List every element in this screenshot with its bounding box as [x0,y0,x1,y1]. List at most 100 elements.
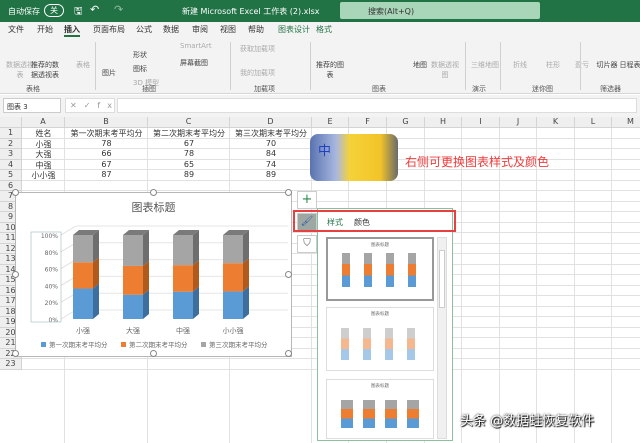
column-header-F[interactable]: F [349,117,387,128]
y-tick-label: 100% [41,233,58,240]
table-cell[interactable]: 大强 [22,149,65,160]
table-cell[interactable]: 78 [148,149,230,160]
thumbnail-bar [341,400,353,428]
column-header-C[interactable]: C [148,117,230,128]
tab-7[interactable]: 视图 [220,24,236,35]
ribbon-button-15[interactable]: 折线 [505,60,535,70]
gallery-scrollbar[interactable] [437,237,447,439]
tab-9[interactable]: 图表设计 [278,24,310,35]
y-tick-label: 60% [45,267,59,274]
column-header-K[interactable]: K [537,117,575,128]
resize-handle[interactable] [12,189,19,196]
tab-5[interactable]: 数据 [163,24,179,35]
ribbon-button-7[interactable]: SmartArt [180,42,212,50]
ribbon-button-9[interactable]: 获取加载项 [240,44,275,54]
search-input[interactable]: 搜索(Alt+Q) [340,2,540,19]
column-header-A[interactable]: A [22,117,65,128]
table-cell[interactable]: 89 [148,170,230,181]
table-cell[interactable]: 74 [230,160,312,171]
table-cell[interactable]: 70 [230,139,312,150]
row-header-2[interactable]: 2 [0,138,22,149]
table-cell[interactable]: 小小强 [22,170,65,181]
column-header-G[interactable]: G [387,117,425,128]
save-icon[interactable]: 🖫 [74,4,83,21]
table-cell[interactable]: 78 [65,139,148,150]
column-header-J[interactable]: J [500,117,537,128]
ribbon-button-14[interactable]: 三维地图 [470,60,500,70]
resize-handle[interactable] [285,271,292,278]
ribbon-button-2[interactable]: 表格 [68,60,98,70]
row-header-3[interactable]: 3 [0,149,22,160]
chart-style-thumbnail-1[interactable]: 图表标题 [326,237,434,301]
table-cell[interactable]: 84 [230,149,312,160]
ribbon-button-11[interactable]: 推荐的图表 [315,60,345,80]
autosave-toggle[interactable]: 关 [44,4,64,17]
row-header-5[interactable]: 5 [0,170,22,181]
table-cell[interactable]: 66 [65,149,148,160]
header-cell[interactable]: 姓名 [22,128,65,139]
ribbon-button-5[interactable]: 图标 [133,64,147,74]
bar-side-2-3 [243,230,249,264]
tab-2[interactable]: 插入 [64,24,80,37]
column-header-H[interactable]: H [425,117,462,128]
column-header-D[interactable]: D [230,117,312,128]
table-cell[interactable]: 中强 [22,160,65,171]
tab-0[interactable]: 文件 [8,24,24,35]
table-cell[interactable]: 87 [65,170,148,181]
resize-handle[interactable] [285,350,292,357]
chart-filters-button[interactable]: ⛉ [297,235,317,253]
table-cell[interactable]: 89 [230,170,312,181]
header-cell[interactable]: 第一次期末考平均分 [65,128,148,139]
tab-4[interactable]: 公式 [136,24,152,35]
thumbnail-bar [408,253,416,287]
bar-side-0-1 [143,289,149,319]
table-cell[interactable]: 67 [148,139,230,150]
undo-icon[interactable]: ↶ [90,3,99,16]
row-header-1[interactable]: 1 [0,128,22,139]
table-cell[interactable]: 67 [65,160,148,171]
tab-8[interactable]: 帮助 [248,24,264,35]
row-header-23[interactable]: 23 [0,359,22,370]
resize-handle[interactable] [150,189,157,196]
chart-style-thumbnail-2[interactable]: 图表标题 [326,307,434,371]
ribbon-button-16[interactable]: 柱形 [538,60,568,70]
column-header-E[interactable]: E [312,117,349,128]
select-all-corner[interactable] [0,117,22,128]
tab-6[interactable]: 审阅 [192,24,208,35]
column-header-B[interactable]: B [65,117,148,128]
scrollbar-thumb[interactable] [439,250,445,308]
column-header-L[interactable]: L [575,117,612,128]
tab-10[interactable]: 格式 [316,24,332,35]
ribbon-button-4[interactable]: 形状 [133,50,147,60]
column-header-M[interactable]: M [612,117,640,128]
header-cell[interactable]: 第三次期末考平均分 [230,128,312,139]
y-tick-label: 40% [45,283,59,290]
table-cell[interactable]: 小强 [22,139,65,150]
ribbon-button-8[interactable]: 屏幕截图 [180,58,208,68]
ribbon-button-13[interactable]: 数据透视图 [430,60,460,80]
formula-input[interactable] [117,98,637,113]
ribbon-button-1[interactable]: 推荐的数据透视表 [30,60,60,80]
resize-handle[interactable] [150,350,157,357]
fx-icon[interactable]: fx [97,101,119,110]
table-cell[interactable]: 65 [148,160,230,171]
chart[interactable]: 图表标题 0% 20% 40% 60% 80% 100% 小强 大强 中强 小小强 第一次期末考平均… [12,189,292,357]
ribbon-button-19[interactable]: 日程表 [615,60,640,70]
resize-handle[interactable] [12,271,19,278]
column-header-I[interactable]: I [462,117,500,128]
row-header-4[interactable]: 4 [0,159,22,170]
header-cell[interactable]: 第二次期末考平均分 [148,128,230,139]
chart-elements-button[interactable]: + [297,191,317,209]
ribbon-button-10[interactable]: 我的加载项 [240,68,275,78]
ribbon-button-3[interactable]: 图片 [102,68,116,78]
name-box[interactable]: 图表 3 [3,98,61,113]
row-header-6[interactable]: 6 [0,180,22,191]
tab-3[interactable]: 页面布局 [93,24,125,35]
bar-1-0 [73,262,93,289]
redo-icon[interactable]: ↷ [114,3,123,16]
tab-1[interactable]: 开始 [37,24,53,35]
y-tick-label: 0% [48,317,58,324]
resize-handle[interactable] [285,189,292,196]
resize-handle[interactable] [12,350,19,357]
chart-style-thumbnail-3[interactable]: 图表标题 [326,379,434,439]
